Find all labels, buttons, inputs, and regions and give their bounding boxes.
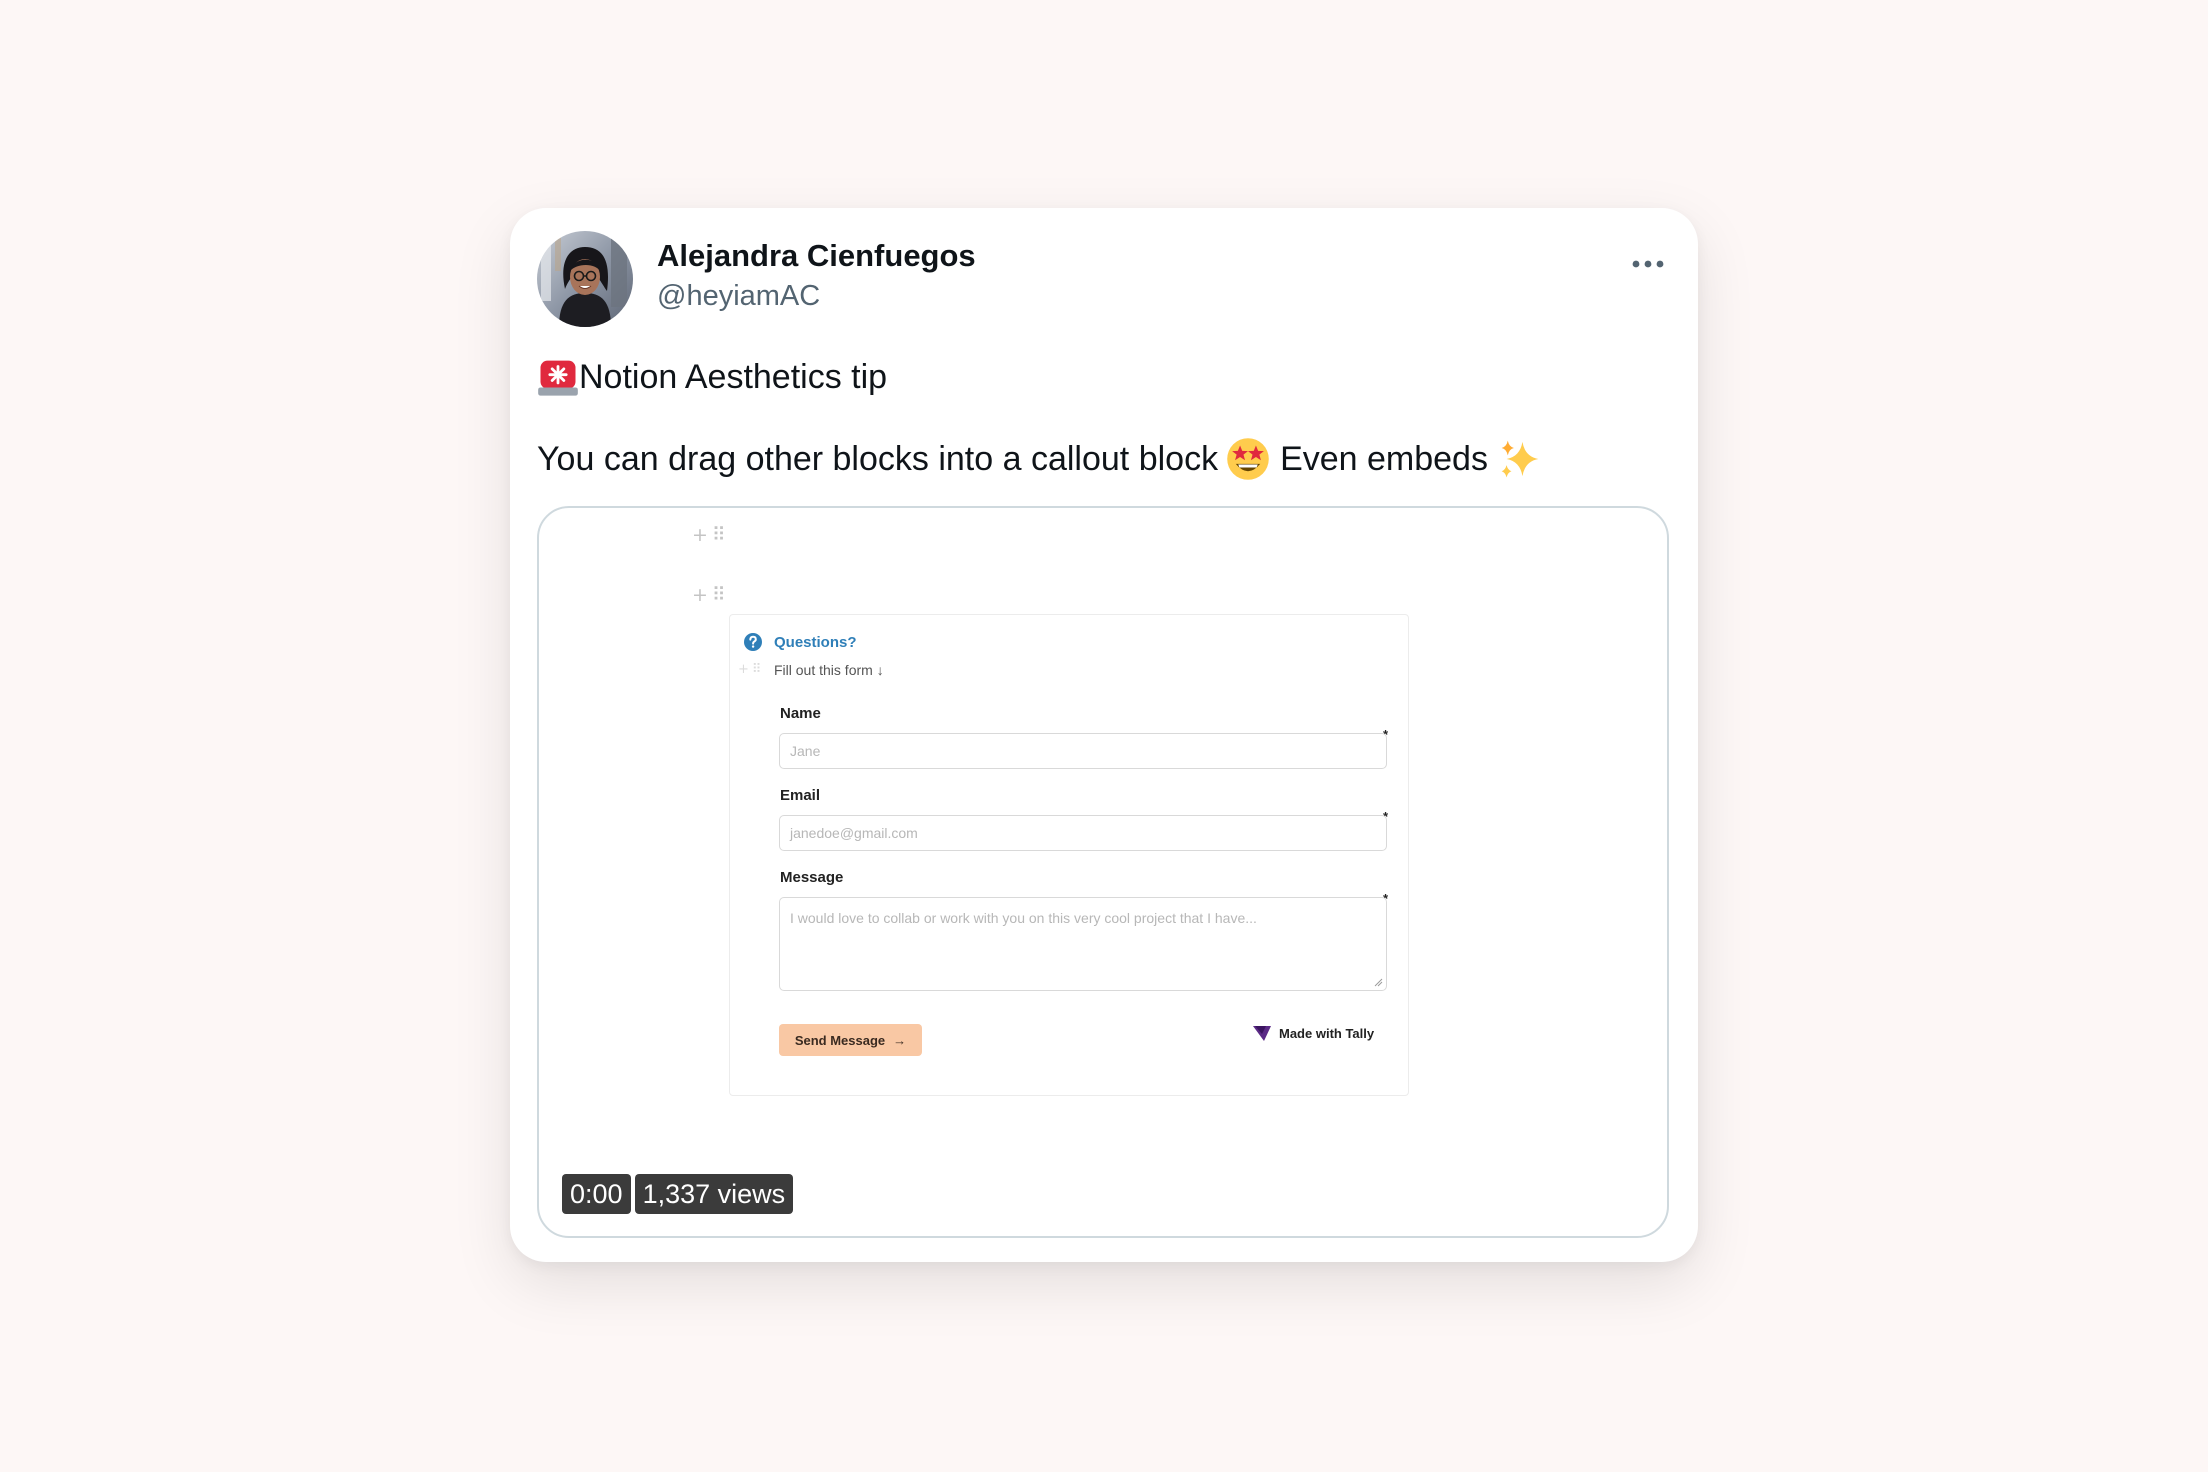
arrow-right-icon: → [893,1032,907,1048]
video-embed[interactable]: +⠿ +⠿ Questions? +⠿ Fill out this form ↓… [537,506,1669,1238]
send-message-button[interactable]: Send Message → [779,1024,922,1056]
email-placeholder: janedoe@gmail.com [790,825,918,841]
message-label: Message [780,869,844,886]
block-drag-handle[interactable]: +⠿ [692,524,730,546]
email-field[interactable]: janedoe@gmail.com [779,815,1387,851]
tweet-text-body-start: You can drag other blocks into a callout… [537,439,1219,478]
tweet-text-line-1: Notion Aesthetics tip [537,356,887,398]
tweet-card: Alejandra Cienfuegos @heyiamAC Notion Ae… [510,208,1698,1262]
avatar[interactable] [537,231,633,327]
rotating-light-icon [538,360,578,396]
block-drag-handle[interactable]: +⠿ [738,662,764,677]
ellipsis-icon [1632,260,1664,268]
video-overlay: 0:00 1,337 views [562,1174,794,1214]
video-timestamp: 0:00 [562,1174,631,1214]
tweet-text-title: Notion Aesthetics tip [579,357,888,396]
star-struck-icon [1227,438,1269,480]
sparkles-icon [1501,440,1539,478]
message-field[interactable]: I would love to collab or work with you … [779,897,1387,991]
tweet-text-line-2: You can drag other blocks into a callout… [537,437,1542,481]
message-placeholder: I would love to collab or work with you … [790,910,1257,926]
name-field[interactable]: Jane [779,733,1387,769]
callout-block: Questions? +⠿ Fill out this form ↓ Name … [729,614,1409,1096]
email-label: Email [780,787,821,804]
name-label: Name [780,705,821,722]
name-placeholder: Jane [790,743,821,759]
made-with-tally-link[interactable]: Made with Tally [1253,1026,1374,1041]
resize-handle-icon[interactable] [1373,977,1383,987]
video-view-count: 1,337 views [634,1174,794,1214]
more-options-button[interactable] [1626,246,1670,282]
tally-logo-icon [1253,1026,1271,1041]
author-display-name[interactable]: Alejandra Cienfuegos [657,238,976,274]
question-circle-icon [744,633,762,651]
callout-subtitle: Fill out this form ↓ [774,662,884,678]
block-drag-handle[interactable]: +⠿ [692,584,730,606]
callout-title: Questions? [774,634,857,651]
made-with-tally-label: Made with Tally [1279,1026,1375,1041]
author-handle[interactable]: @heyiamAC [657,280,820,313]
tweet-text-body-end: Even embeds [1280,439,1488,478]
avatar-image [537,231,633,327]
send-message-label: Send Message [794,1032,886,1048]
